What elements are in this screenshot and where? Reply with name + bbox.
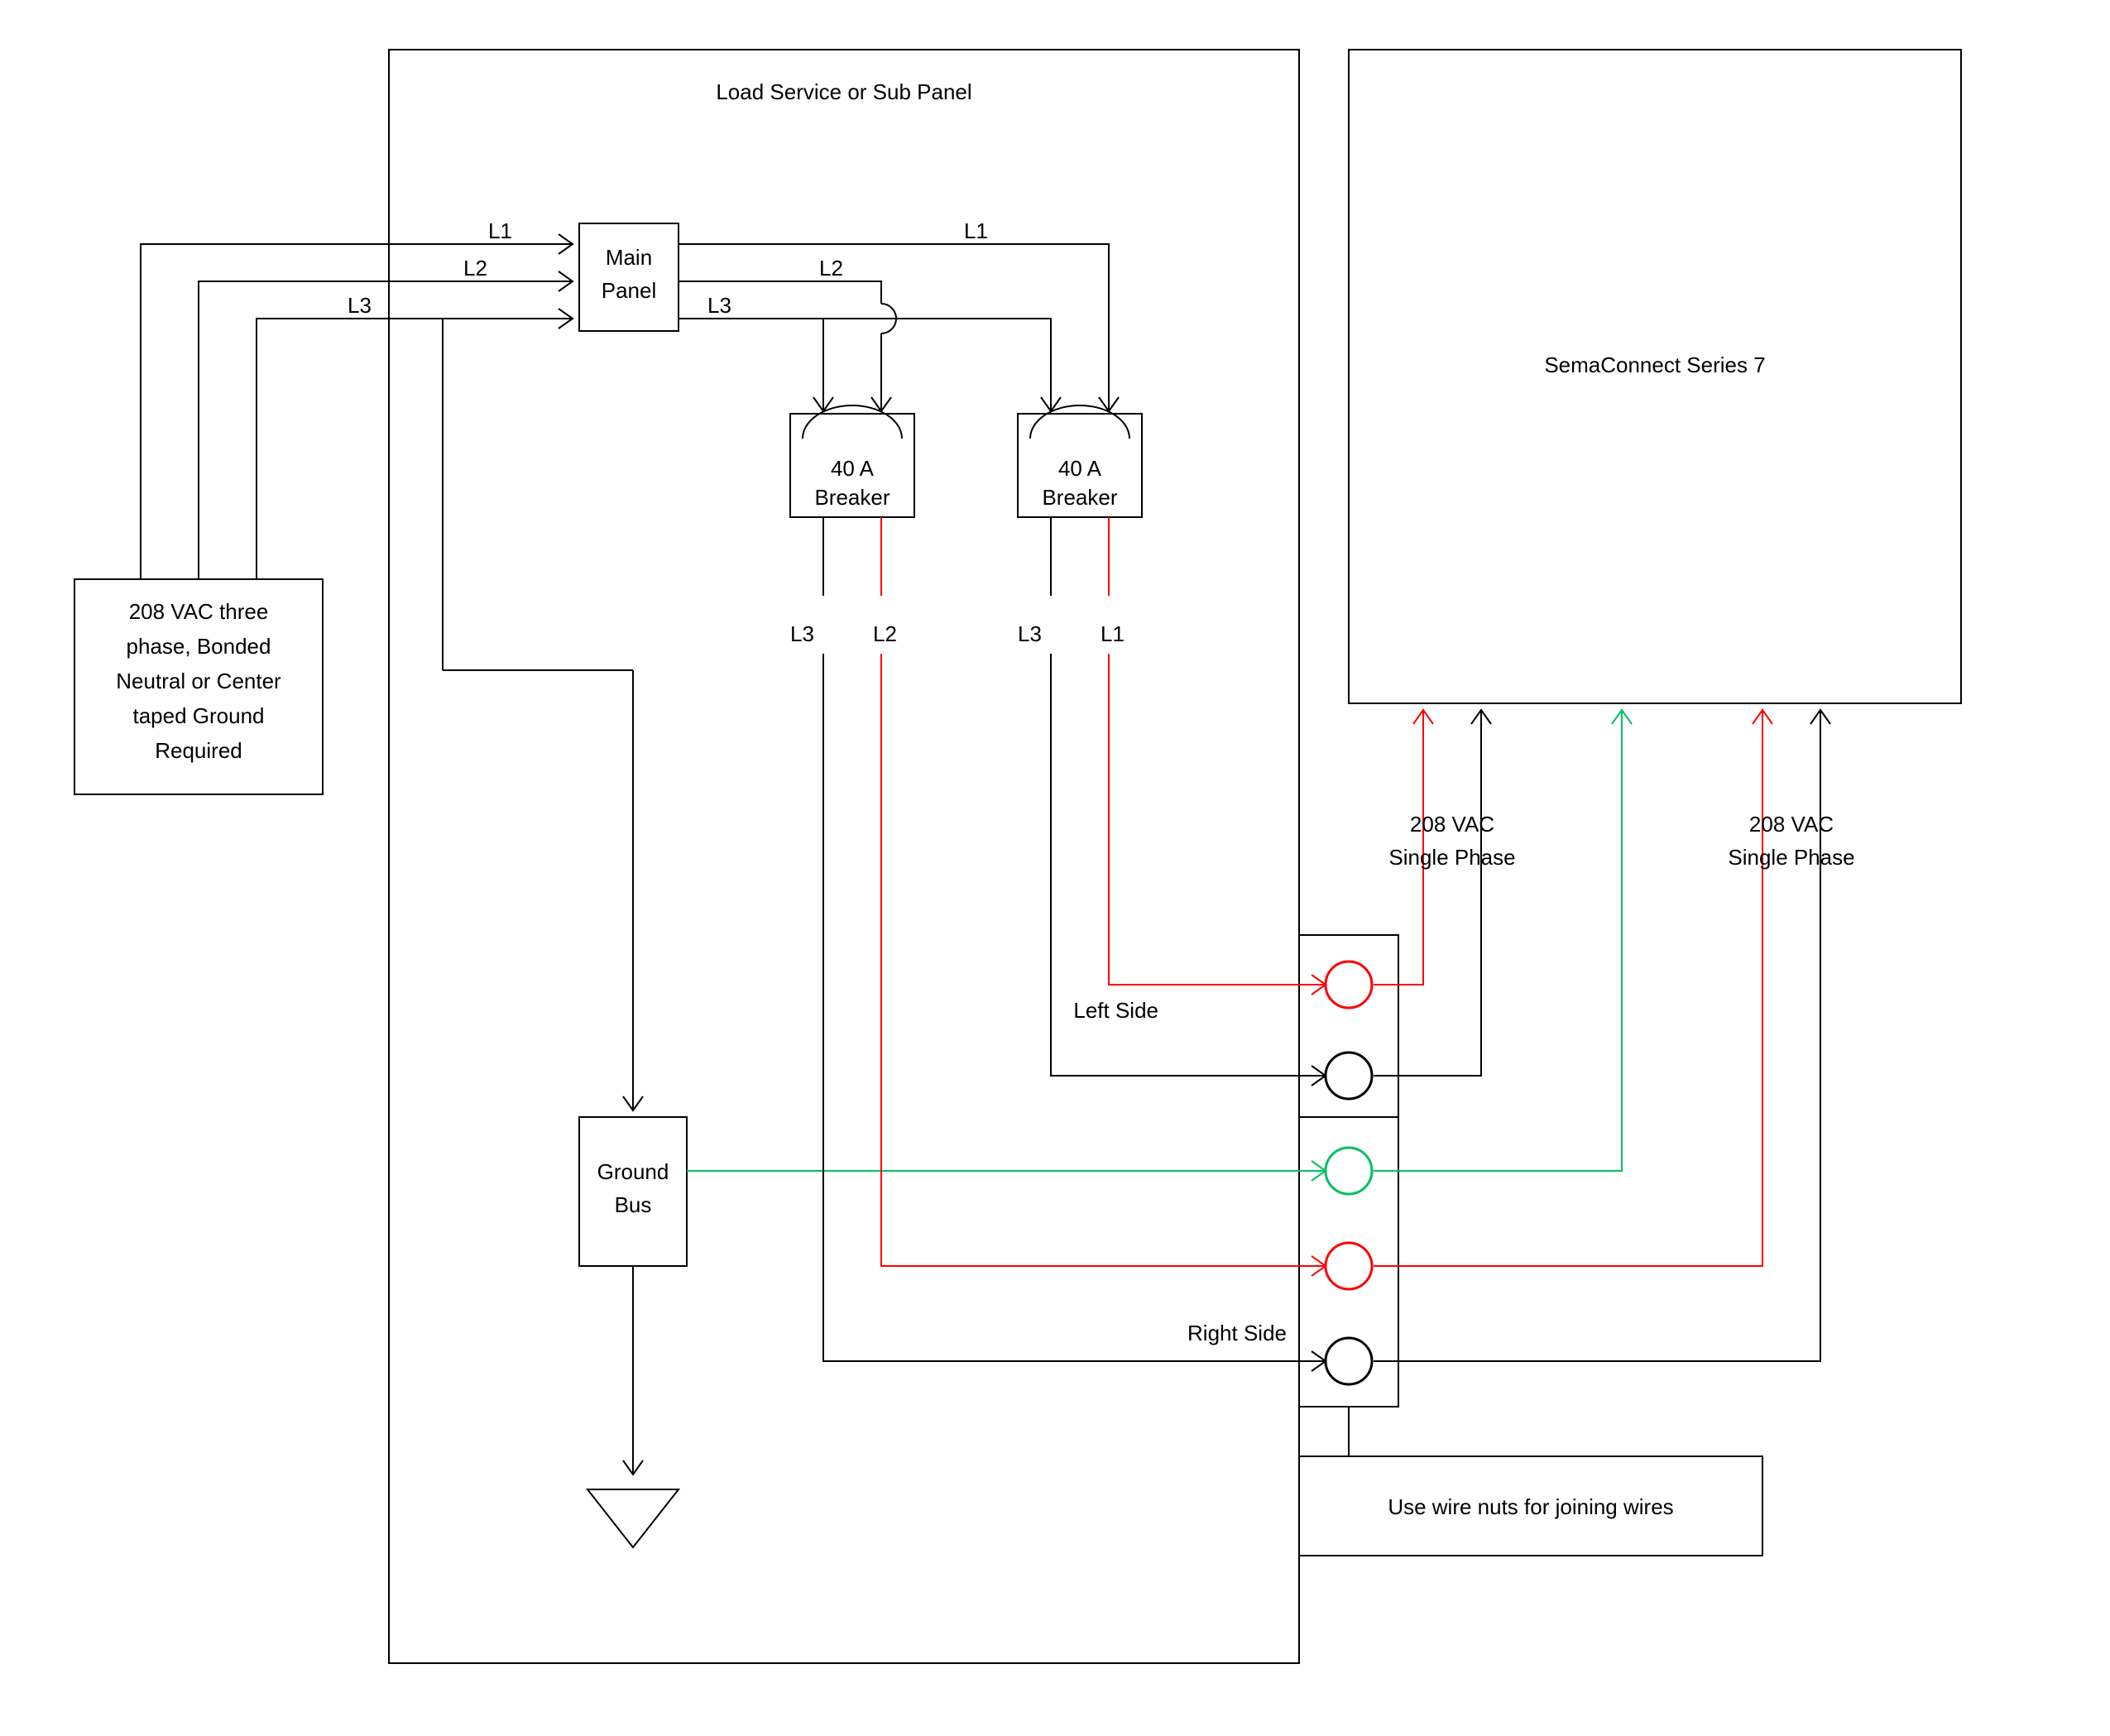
breaker-left-line2: Breaker <box>814 485 890 510</box>
main-panel-line1: Main <box>606 245 652 270</box>
label-brk-left-L2: L2 <box>873 621 897 646</box>
dev-right-line2: Single Phase <box>1728 845 1854 870</box>
device-title: SemaConnect Series 7 <box>1544 352 1765 377</box>
left-side-label: Left Side <box>1073 998 1158 1023</box>
label-brk-right-L3: L3 <box>1018 621 1042 646</box>
right-side-label: Right Side <box>1187 1321 1287 1345</box>
main-panel-line2: Panel <box>602 278 657 303</box>
main-panel-box <box>579 223 679 331</box>
label-mp-L1: L1 <box>964 218 988 243</box>
label-mp-L2: L2 <box>819 256 843 281</box>
source-line2: phase, Bonded <box>127 634 271 659</box>
ground-bus-box <box>579 1117 687 1266</box>
wire-dev-green <box>1374 712 1622 1171</box>
wire-nuts-text: Use wire nuts for joining wires <box>1388 1494 1673 1519</box>
label-source-L1: L1 <box>488 218 512 243</box>
wire-dev-right-red <box>1374 712 1762 1266</box>
wire-dev-right-black <box>1374 712 1820 1361</box>
source-line5: Required <box>155 738 242 763</box>
breaker-right-line1: 40 A <box>1058 456 1102 481</box>
wiring-diagram: Load Service or Sub Panel 208 VAC three … <box>0 0 2110 1736</box>
label-brk-right-L1: L1 <box>1101 621 1125 646</box>
dev-left-line2: Single Phase <box>1388 845 1515 870</box>
label-source-L3: L3 <box>348 293 372 318</box>
breaker-left-line1: 40 A <box>831 456 875 481</box>
label-source-L2: L2 <box>463 256 487 281</box>
breaker-right-line2: Breaker <box>1042 485 1117 510</box>
ground-bus-line2: Bus <box>615 1192 652 1217</box>
label-brk-left-L3: L3 <box>790 621 814 646</box>
dev-left-line1: 208 VAC <box>1410 812 1494 837</box>
source-line1: 208 VAC three <box>129 599 269 624</box>
dev-right-line1: 208 VAC <box>1749 812 1834 837</box>
source-line3: Neutral or Center <box>116 669 281 693</box>
label-mp-L3: L3 <box>707 293 731 318</box>
ground-bus-line1: Ground <box>597 1159 669 1184</box>
load-sub-panel-title: Load Service or Sub Panel <box>716 79 971 104</box>
source-line4: taped Ground <box>132 703 264 728</box>
load-sub-panel-box <box>389 50 1299 1663</box>
